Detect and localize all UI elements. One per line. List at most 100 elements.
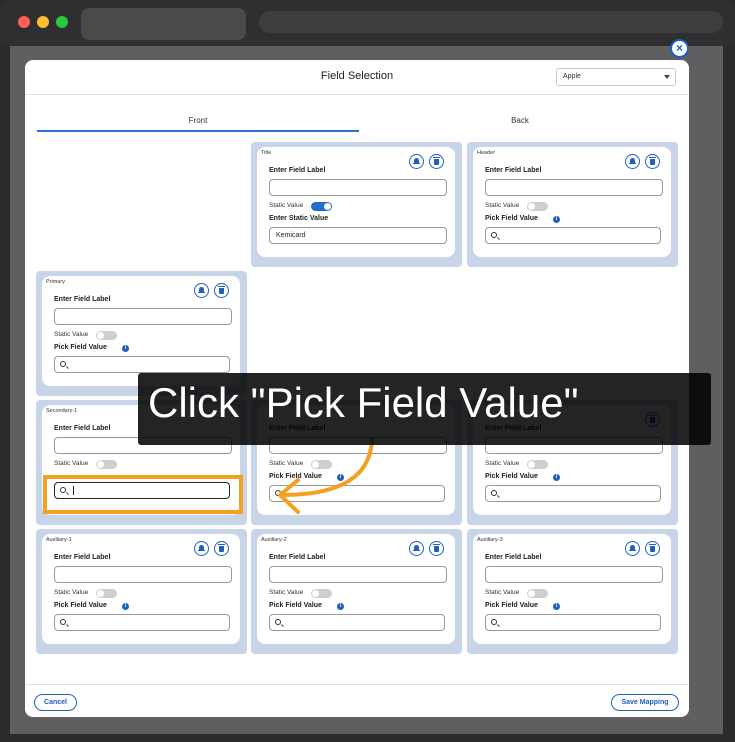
field-label-input[interactable] <box>54 308 232 325</box>
notify-button[interactable] <box>409 154 424 169</box>
notify-button[interactable] <box>409 541 424 556</box>
trash-icon <box>433 157 440 165</box>
info-icon[interactable]: i <box>553 216 560 223</box>
card-auxiliary-2-panel: Auxiliary-2 Enter Field Label Static Val… <box>257 534 455 644</box>
static-value-label: Static Value <box>54 460 89 467</box>
delete-button[interactable] <box>429 154 444 169</box>
info-icon[interactable]: i <box>337 603 344 610</box>
card-auxiliary-3-name: Auxiliary-3 <box>477 537 503 543</box>
static-value-toggle[interactable] <box>527 202 548 211</box>
trash-icon <box>649 157 656 165</box>
field-label-heading: Enter Field Label <box>269 167 326 174</box>
browser-tab[interactable] <box>81 8 246 40</box>
pick-field-value-heading: Pick Field Value <box>54 602 107 609</box>
chevron-down-icon <box>664 75 670 79</box>
delete-button[interactable] <box>645 541 660 556</box>
card-primary-name: Primary <box>46 279 65 285</box>
card-header: Header Enter Field Label Static Value Pi… <box>467 142 678 267</box>
static-value-toggle[interactable] <box>527 460 548 469</box>
card-header-panel: Header Enter Field Label Static Value Pi… <box>473 147 671 257</box>
search-icon <box>491 490 497 496</box>
static-value-label: Static Value <box>485 460 520 467</box>
pick-field-value-heading: Pick Field Value <box>485 215 538 222</box>
card-auxiliary-2: Auxiliary-2 Enter Field Label Static Val… <box>251 529 462 654</box>
search-icon <box>60 361 66 367</box>
close-dialog-icon[interactable]: × <box>670 39 689 58</box>
field-label-input[interactable] <box>54 566 232 583</box>
pick-field-search[interactable] <box>485 227 661 244</box>
cancel-button[interactable]: Cancel <box>34 694 77 711</box>
field-label-input[interactable] <box>485 566 663 583</box>
static-value-label: Static Value <box>54 589 89 596</box>
bell-icon <box>413 158 420 164</box>
pick-field-value-heading: Pick Field Value <box>485 473 538 480</box>
card-title-panel: Title Enter Field Label Static Value Ent… <box>257 147 455 257</box>
static-value-label: Static Value <box>269 589 304 596</box>
minimize-window-icon[interactable] <box>37 16 49 28</box>
pointer-arrow-icon <box>278 438 374 514</box>
field-label-input[interactable] <box>269 566 447 583</box>
pick-field-value-heading: Pick Field Value <box>54 344 107 351</box>
tab-back[interactable]: Back <box>359 116 681 125</box>
pick-field-search[interactable] <box>54 614 230 631</box>
instruction-banner: Click "Pick Field Value" <box>138 373 711 445</box>
field-label-heading: Enter Field Label <box>54 425 111 432</box>
info-icon[interactable]: i <box>553 603 560 610</box>
static-value-toggle[interactable] <box>527 589 548 598</box>
pick-field-search[interactable] <box>269 614 445 631</box>
notify-button[interactable] <box>625 541 640 556</box>
tab-front[interactable]: Front <box>37 116 359 125</box>
card-auxiliary-1: Auxiliary-1 Enter Field Label Static Val… <box>36 529 247 654</box>
card-auxiliary-3-panel: Auxiliary-3 Enter Field Label Static Val… <box>473 534 671 644</box>
info-icon[interactable]: i <box>122 603 129 610</box>
bell-icon <box>629 545 636 551</box>
field-label-input[interactable] <box>485 179 663 196</box>
static-value-label: Static Value <box>54 331 89 338</box>
delete-button[interactable] <box>214 283 229 298</box>
static-value-toggle[interactable] <box>311 202 332 211</box>
card-title: Title Enter Field Label Static Value Ent… <box>251 142 462 267</box>
static-value-toggle[interactable] <box>96 460 117 469</box>
trash-icon <box>218 544 225 552</box>
card-header-name: Header <box>477 150 496 156</box>
info-icon[interactable]: i <box>553 474 560 481</box>
static-value-label: Static Value <box>269 202 304 209</box>
highlight-box <box>43 475 243 514</box>
search-icon <box>60 619 66 625</box>
notify-button[interactable] <box>194 283 209 298</box>
static-value-input[interactable]: Kemicard <box>269 227 447 244</box>
static-value-toggle[interactable] <box>96 331 117 340</box>
static-value-label: Static Value <box>485 202 520 209</box>
address-bar[interactable] <box>259 11 723 33</box>
pick-field-search[interactable] <box>485 614 661 631</box>
browser-titlebar <box>0 0 735 46</box>
field-label-input[interactable] <box>269 179 447 196</box>
info-icon[interactable]: i <box>122 345 129 352</box>
pick-field-search[interactable] <box>54 356 230 373</box>
footer-divider <box>25 684 689 685</box>
bell-icon <box>629 158 636 164</box>
card-auxiliary-1-panel: Auxiliary-1 Enter Field Label Static Val… <box>42 534 240 644</box>
field-label-heading: Enter Field Label <box>269 554 326 561</box>
trash-icon <box>433 544 440 552</box>
field-label-heading: Enter Field Label <box>54 296 111 303</box>
field-label-heading: Enter Field Label <box>54 554 111 561</box>
active-tab-indicator <box>37 130 359 132</box>
static-value-toggle[interactable] <box>96 589 117 598</box>
notify-button[interactable] <box>625 154 640 169</box>
category-select[interactable]: Apple <box>556 68 676 86</box>
delete-button[interactable] <box>429 541 444 556</box>
save-mapping-button[interactable]: Save Mapping <box>611 694 679 711</box>
static-value-label: Static Value <box>485 589 520 596</box>
search-icon <box>491 619 497 625</box>
delete-button[interactable] <box>214 541 229 556</box>
pick-field-search[interactable] <box>485 485 661 502</box>
card-auxiliary-2-name: Auxiliary-2 <box>261 537 287 543</box>
close-window-icon[interactable] <box>18 16 30 28</box>
maximize-window-icon[interactable] <box>56 16 68 28</box>
card-title-name: Title <box>261 150 272 156</box>
delete-button[interactable] <box>645 154 660 169</box>
static-value-toggle[interactable] <box>311 589 332 598</box>
card-primary-panel: Primary Enter Field Label Static Value P… <box>42 276 240 386</box>
notify-button[interactable] <box>194 541 209 556</box>
